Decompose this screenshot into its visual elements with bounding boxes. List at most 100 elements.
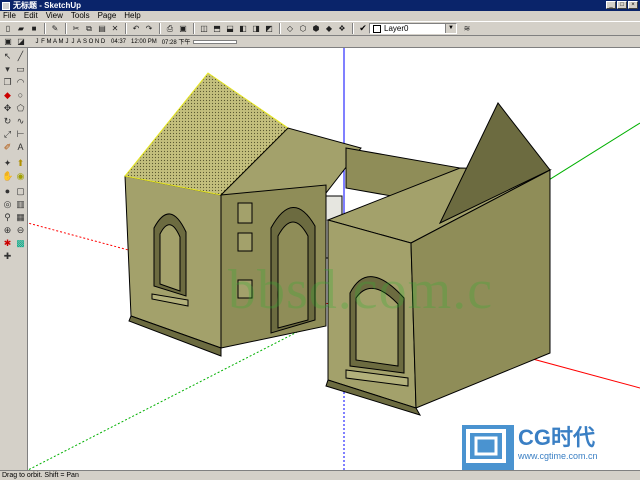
cut-icon[interactable]: ✂ — [70, 23, 82, 34]
current-layer-check-icon[interactable]: ✔ — [357, 23, 369, 34]
pan-tool-icon[interactable]: ✋ — [2, 171, 13, 182]
logo-url: www.cgtime.com.cn — [518, 451, 598, 461]
eraser-tool-icon[interactable]: ◆ — [2, 90, 13, 101]
text-tool-icon[interactable]: A — [15, 142, 26, 153]
title-bar: 无标题 - SketchUp _ □ × — [0, 0, 640, 11]
iso-view-icon[interactable]: ◫ — [198, 23, 210, 34]
dimension-tool-icon[interactable]: ⊢ — [15, 129, 26, 140]
toolbar-separator — [352, 23, 354, 34]
select-tool-icon[interactable]: ↖ — [2, 51, 13, 62]
menu-view[interactable]: View — [42, 11, 67, 21]
polygon-tool-icon[interactable]: ⬠ — [15, 103, 26, 114]
center-wall-panel — [237, 232, 253, 252]
position-camera-icon[interactable]: ✱ — [2, 238, 13, 249]
arc-tool-icon[interactable]: ◠ — [15, 77, 26, 88]
month-dec[interactable]: D — [100, 39, 106, 45]
tools-palette: ↖ ╱ ▾ ▭ ❐ ◠ ◆ ○ ✥ ⬠ ↻ ∿ ⤢ ⊢ ✐ A ✦ ⬆ ✋ ◉ … — [0, 48, 28, 470]
time-noon-label: 12:00 PM — [131, 38, 157, 45]
scale-tool-icon[interactable]: ⤢ — [2, 129, 13, 140]
menu-edit[interactable]: Edit — [20, 11, 42, 21]
menu-page[interactable]: Page — [94, 11, 121, 21]
shaded-icon[interactable]: ◆ — [323, 23, 335, 34]
maximize-button[interactable]: □ — [617, 1, 627, 9]
previous-view-icon[interactable]: ⊖ — [15, 225, 26, 236]
zoom-window-icon[interactable]: ▦ — [15, 212, 26, 223]
time-slider[interactable] — [193, 39, 238, 44]
rotate-tool-icon[interactable]: ↻ — [2, 116, 13, 127]
left-window-glass — [159, 224, 181, 292]
menu-tools[interactable]: Tools — [67, 11, 94, 21]
print-icon[interactable]: ⎙ — [164, 23, 176, 34]
right-view-icon[interactable]: ◧ — [237, 23, 249, 34]
undo-icon[interactable]: ↶ — [130, 23, 142, 34]
hidden-line-icon[interactable]: ⬢ — [310, 23, 322, 34]
menu-help[interactable]: Help — [120, 11, 144, 21]
paste-icon[interactable]: ▤ — [96, 23, 108, 34]
logo-brand: CG时代 — [518, 425, 596, 450]
status-bar: Drag to orbit. Shift = Pan — [0, 470, 640, 480]
shadow-toggle-icon[interactable]: ◪ — [15, 36, 27, 47]
eraser-tool-icon[interactable]: ✎ — [49, 23, 61, 34]
erase-selection-icon[interactable]: ✕ — [109, 23, 121, 34]
toolbar-separator — [279, 23, 281, 34]
freehand-tool-icon[interactable]: ∿ — [15, 116, 26, 127]
section-plane-icon[interactable]: ▢ — [15, 186, 26, 197]
component-tool-icon[interactable]: ❐ — [2, 77, 13, 88]
drawing-area[interactable]: bbsd.com.c — [28, 48, 640, 470]
cgtime-logo-text: CG时代 www.cgtime.com.cn — [518, 425, 598, 461]
axes-tool-icon[interactable]: ✚ — [2, 251, 13, 262]
top-view-icon[interactable]: ⬒ — [211, 23, 223, 34]
close-button[interactable]: × — [628, 1, 638, 9]
back-view-icon[interactable]: ◨ — [250, 23, 262, 34]
time-end-label: 07:28 下午 — [161, 40, 191, 46]
layer-manager-icon[interactable]: ≋ — [461, 23, 473, 34]
sketchup-app-icon[interactable] — [2, 1, 10, 10]
sandbox-tool-icon[interactable]: ▩ — [15, 238, 26, 249]
window-controls: _ □ × — [606, 1, 638, 9]
orbit-tool-icon[interactable]: ✦ — [2, 158, 13, 169]
circle-tool-icon[interactable]: ○ — [15, 90, 26, 101]
layer-name: Layer0 — [384, 24, 409, 33]
shadow-style-icon[interactable]: ▥ — [15, 199, 26, 210]
menu-file[interactable]: File — [0, 11, 20, 21]
copy-icon[interactable]: ⧉ — [83, 23, 95, 34]
zoom-extents-icon[interactable]: ⊕ — [2, 225, 13, 236]
time-start-label: 04:37 — [111, 38, 127, 45]
cgtime-logo: CG时代 www.cgtime.com.cn — [462, 425, 598, 470]
center-wall-panel — [237, 202, 253, 224]
walk-tool-icon[interactable]: ● — [2, 186, 13, 197]
xray-icon[interactable]: ◇ — [284, 23, 296, 34]
rectangle-tool-icon[interactable]: ▭ — [15, 64, 26, 75]
pushpull-tool-icon[interactable]: ⬆ — [15, 158, 26, 169]
save-file-icon[interactable]: ■ — [28, 23, 40, 34]
redo-icon[interactable]: ↷ — [143, 23, 155, 34]
toolbar-separator — [44, 23, 46, 34]
shaded-texture-icon[interactable]: ❖ — [336, 23, 348, 34]
layer-select[interactable]: Layer0 ▼ — [369, 23, 457, 34]
cgtime-logo-mark-icon — [462, 425, 514, 470]
look-around-icon[interactable]: ◎ — [2, 199, 13, 210]
watermark-text: bbsd.com.c — [228, 259, 494, 321]
toolbar-separator — [159, 23, 161, 34]
shadow-toolbar: ▣ ◪ J F M A M J J A S O N D 04:37 12:00 … — [0, 36, 640, 48]
zoom-tool-icon[interactable]: ⚲ — [2, 212, 13, 223]
followme-tool-icon[interactable]: ◉ — [15, 171, 26, 182]
paint-bucket-icon[interactable]: ▾ — [2, 64, 13, 75]
shadow-settings-icon[interactable]: ▣ — [2, 36, 14, 47]
layer-color-swatch — [373, 24, 381, 33]
wireframe-icon[interactable]: ⬡ — [297, 23, 309, 34]
chevron-down-icon[interactable]: ▼ — [445, 24, 456, 33]
minimize-button[interactable]: _ — [606, 1, 616, 9]
left-view-icon[interactable]: ◩ — [263, 23, 275, 34]
model-info-icon[interactable]: ▣ — [177, 23, 189, 34]
move-tool-icon[interactable]: ✥ — [2, 103, 13, 114]
open-file-icon[interactable]: ▰ — [15, 23, 27, 34]
window-title: 无标题 - SketchUp — [13, 1, 82, 10]
front-view-icon[interactable]: ⬓ — [224, 23, 236, 34]
standard-toolbar: ▯ ▰ ■ ✎ ✂ ⧉ ▤ ✕ ↶ ↷ ⎙ ▣ ◫ ⬒ ⬓ ◧ ◨ ◩ ◇ ⬡ … — [0, 21, 640, 36]
new-file-icon[interactable]: ▯ — [2, 23, 14, 34]
line-tool-icon[interactable]: ╱ — [15, 51, 26, 62]
tape-measure-icon[interactable]: ✐ — [2, 142, 13, 153]
menu-bar: File Edit View Tools Page Help — [0, 11, 640, 21]
toolbar-separator — [65, 23, 67, 34]
